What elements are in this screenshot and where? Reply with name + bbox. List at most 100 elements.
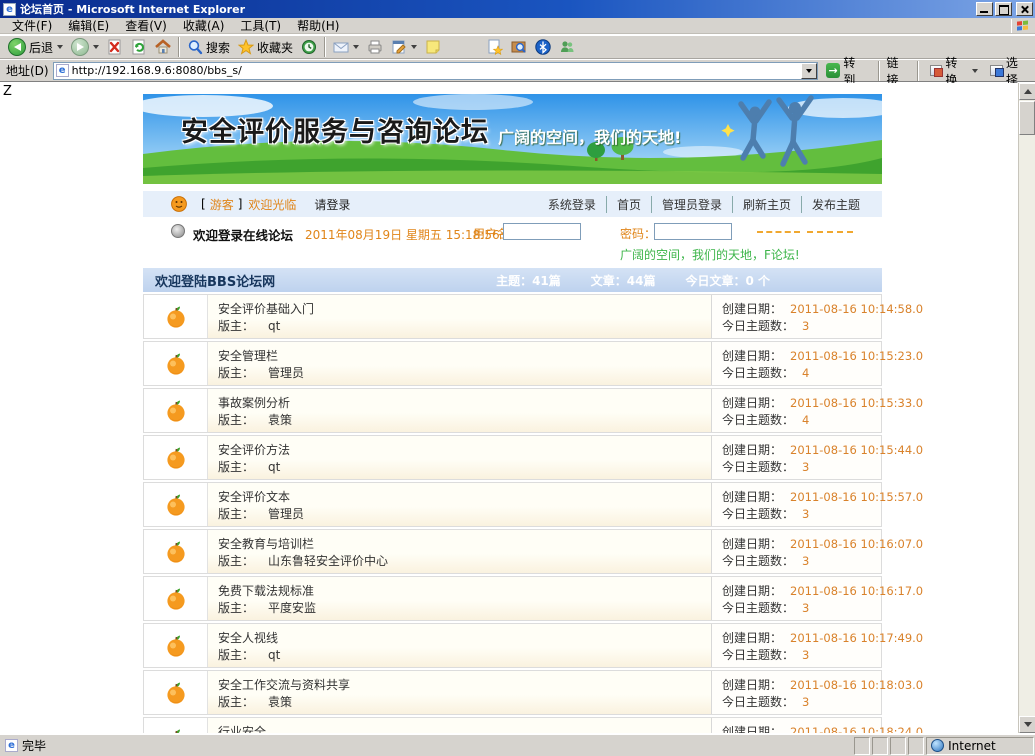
created-date: 2011-08-16 10:15:44.0: [790, 443, 923, 457]
nav-link[interactable]: 管理员登录: [651, 196, 732, 213]
address-input-box: e: [53, 62, 818, 80]
marquee-dash: [807, 231, 853, 233]
today-topics-label: 今日主题数：: [722, 648, 794, 662]
moderator-label: 版主：: [218, 319, 254, 333]
page-favicon: e: [56, 64, 69, 77]
edit-button[interactable]: [387, 36, 421, 58]
moderator-label: 版主：: [218, 648, 254, 662]
scrollbar-thumb[interactable]: [1019, 101, 1035, 135]
forum-name-link[interactable]: 安全工作交流与资料共享: [218, 676, 711, 693]
forum-name-link[interactable]: 行业安全: [218, 723, 711, 733]
menu-item[interactable]: 编辑(E): [60, 16, 117, 35]
discuss-button[interactable]: [421, 36, 445, 58]
history-button[interactable]: [297, 36, 321, 58]
convert-icon: [930, 65, 943, 76]
history-icon: [301, 39, 317, 55]
forum-name-link[interactable]: 安全教育与培训栏: [218, 535, 711, 552]
nav-link[interactable]: 发布主题: [801, 196, 870, 213]
refresh-icon: [131, 39, 147, 55]
login-prompt-link[interactable]: 请登录: [314, 196, 350, 213]
created-date: 2011-08-16 10:18:03.0: [790, 678, 923, 692]
menu-item[interactable]: 查看(V): [117, 16, 175, 35]
forum-name-link[interactable]: 安全评价基础入门: [218, 300, 711, 317]
forum-name-link[interactable]: 安全评价文本: [218, 488, 711, 505]
orange-fruit-icon: [165, 728, 187, 734]
username-input[interactable]: [503, 223, 581, 240]
search-button[interactable]: 搜索: [183, 36, 234, 58]
menu-item[interactable]: 文件(F): [4, 16, 60, 35]
banner-slogan: 广阔的空间，我们的天地!: [498, 124, 681, 148]
nav-link[interactable]: 系统登录: [538, 196, 606, 213]
moderator-name: qt: [268, 319, 280, 333]
forward-button[interactable]: [67, 36, 103, 58]
bluetooth-button[interactable]: [531, 36, 555, 58]
orange-fruit-icon: [165, 540, 187, 564]
orange-fruit-icon: [165, 587, 187, 611]
created-label: 创建日期：: [722, 443, 782, 457]
address-dropdown-button[interactable]: [801, 63, 817, 79]
password-input[interactable]: [654, 223, 732, 240]
forum-row: 事故案例分析 版主：袁策 创建日期：2011-08-16 10:15:33.0 …: [143, 388, 882, 433]
banner-title: 安全评价服务与咨询论坛: [181, 110, 489, 149]
nav-link[interactable]: 刷新主页: [732, 196, 801, 213]
today-topics-label: 今日主题数：: [722, 554, 794, 568]
messenger-icon: [559, 39, 575, 55]
refresh-button[interactable]: [127, 36, 151, 58]
back-button[interactable]: 后退: [4, 36, 67, 58]
print-icon: [367, 39, 383, 55]
moderator-name: 袁策: [268, 413, 292, 427]
created-label: 创建日期：: [722, 302, 782, 316]
messenger-share-button[interactable]: [483, 36, 507, 58]
status-zone-pane: Internet: [926, 737, 1034, 755]
mail-dropdown-icon[interactable]: [353, 45, 359, 49]
home-icon: [155, 39, 171, 55]
address-input[interactable]: [72, 64, 817, 78]
home-button[interactable]: [151, 36, 175, 58]
forum-icon-cell: [144, 436, 208, 479]
forum-name-link[interactable]: 安全管理栏: [218, 347, 711, 364]
created-label: 创建日期：: [722, 349, 782, 363]
search-icon: [187, 39, 203, 55]
status-text: 完毕: [22, 737, 46, 754]
mail-button[interactable]: [329, 36, 363, 58]
vertical-scrollbar[interactable]: [1018, 83, 1035, 733]
menu-item[interactable]: 工具(T): [232, 16, 289, 35]
back-dropdown-icon[interactable]: [57, 45, 63, 49]
close-button[interactable]: [1016, 2, 1033, 16]
research-button[interactable]: [507, 36, 531, 58]
ie-window-icon: e: [3, 3, 16, 16]
maximize-button[interactable]: [995, 2, 1012, 16]
back-label: 后退: [29, 39, 53, 56]
print-button[interactable]: [363, 36, 387, 58]
edit-dropdown-icon[interactable]: [411, 45, 417, 49]
created-label: 创建日期：: [722, 396, 782, 410]
minimize-button[interactable]: [976, 2, 993, 16]
scroll-up-button[interactable]: [1019, 83, 1035, 100]
convert-dropdown-icon[interactable]: [972, 69, 978, 73]
created-label: 创建日期：: [722, 631, 782, 645]
forum-name-link[interactable]: 事故案例分析: [218, 394, 711, 411]
forum-icon-cell: [144, 530, 208, 573]
menu-item[interactable]: 帮助(H): [289, 16, 347, 35]
forum-name-link[interactable]: 安全人视线: [218, 629, 711, 646]
menu-item[interactable]: 收藏(A): [175, 16, 233, 35]
standard-toolbar: 后退 搜索 收藏夹: [0, 35, 1035, 59]
created-date: 2011-08-16 10:17:49.0: [790, 631, 923, 645]
go-arrow-icon: →: [826, 63, 840, 78]
stop-button[interactable]: [103, 36, 127, 58]
messenger-button[interactable]: [555, 36, 579, 58]
status-pane: [872, 737, 888, 755]
moderator-label: 版主：: [218, 507, 254, 521]
nav-link[interactable]: 首页: [606, 196, 651, 213]
forum-name-link[interactable]: 免费下载法规标准: [218, 582, 711, 599]
nav-links: 系统登录首页管理员登录刷新主页发布主题: [538, 196, 870, 213]
address-bar: 地址(D) e → 转到 链接 转换 选择: [0, 60, 1035, 82]
browser-viewport: Z: [0, 83, 1018, 733]
scroll-down-button[interactable]: [1019, 716, 1035, 733]
favorites-star-icon: [238, 39, 254, 55]
favorites-button[interactable]: 收藏夹: [234, 36, 297, 58]
today-topics-count: 4: [802, 366, 809, 380]
forum-row: 安全管理栏 版主：管理员 创建日期：2011-08-16 10:15:23.0 …: [143, 341, 882, 386]
forward-dropdown-icon[interactable]: [93, 45, 99, 49]
forum-name-link[interactable]: 安全评价方法: [218, 441, 711, 458]
